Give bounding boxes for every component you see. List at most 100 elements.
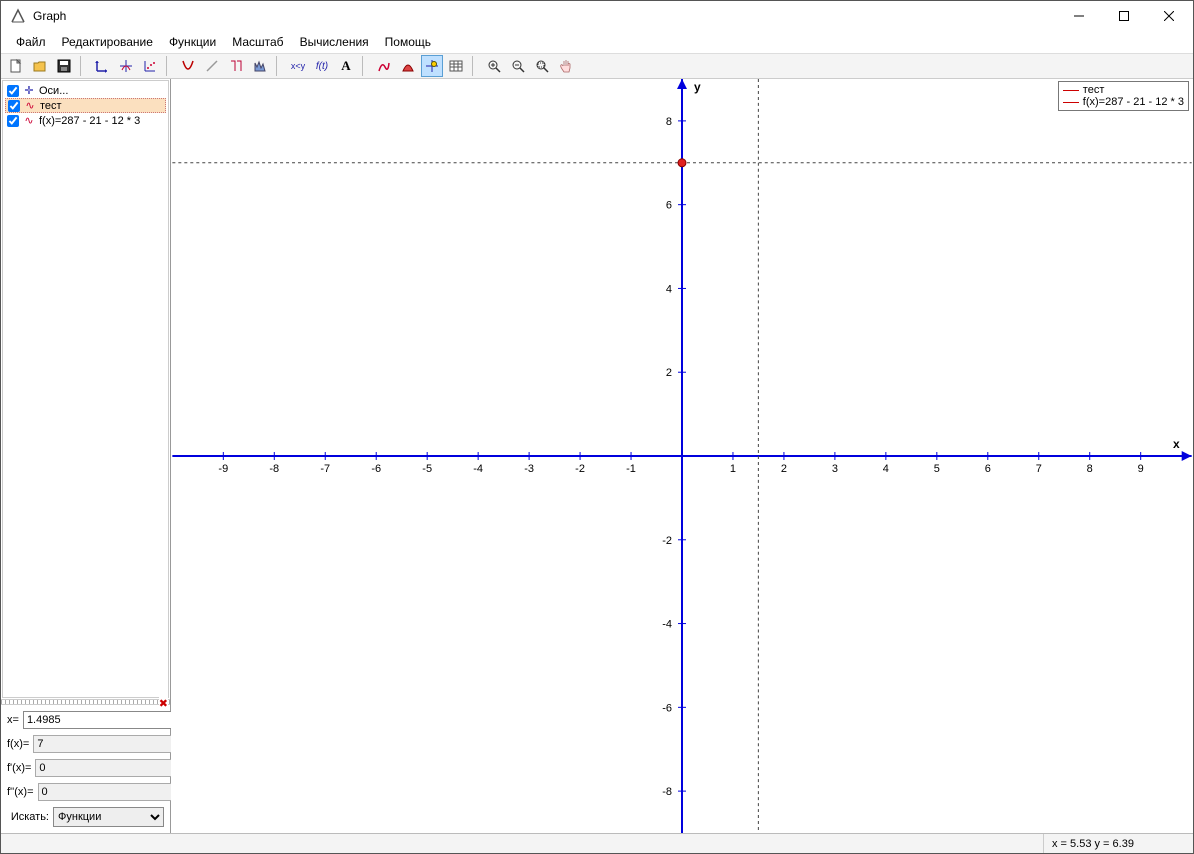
close-button[interactable] bbox=[1146, 2, 1191, 30]
trace-icon[interactable] bbox=[373, 55, 395, 77]
legend-row: тест bbox=[1063, 84, 1184, 96]
evaluate-icon[interactable] bbox=[421, 55, 443, 77]
tangent-icon[interactable] bbox=[201, 55, 223, 77]
legend-row: f(x)=287 - 21 - 12 * 3 bbox=[1063, 96, 1184, 108]
svg-text:-8: -8 bbox=[662, 786, 672, 798]
statusbar: x = 5.53 y = 6.39 bbox=[1, 833, 1193, 853]
svg-text:9: 9 bbox=[1138, 463, 1144, 475]
function-tree[interactable]: ✛ Оси... ∿ тест ∿ f(x)=287 - 21 - 12 * 3 bbox=[2, 80, 169, 698]
svg-text:-9: -9 bbox=[218, 463, 228, 475]
d2fx-label: f''(x)= bbox=[7, 786, 34, 798]
zoom-in-icon[interactable] bbox=[483, 55, 505, 77]
svg-text:-4: -4 bbox=[662, 619, 672, 631]
tree-check-test[interactable] bbox=[8, 100, 20, 112]
svg-text:1: 1 bbox=[730, 463, 736, 475]
svg-text:2: 2 bbox=[781, 463, 787, 475]
svg-text:4: 4 bbox=[883, 463, 889, 475]
minimize-button[interactable] bbox=[1056, 2, 1101, 30]
window-title: Graph bbox=[33, 9, 1056, 23]
ft-icon[interactable]: f(t) bbox=[311, 55, 333, 77]
svg-text:-3: -3 bbox=[524, 463, 534, 475]
brush-icon[interactable] bbox=[225, 55, 247, 77]
menu-edit[interactable]: Редактирование bbox=[55, 33, 160, 51]
svg-text:x: x bbox=[1173, 437, 1180, 451]
svg-text:-4: -4 bbox=[473, 463, 483, 475]
svg-text:-6: -6 bbox=[371, 463, 381, 475]
main-area: ✛ Оси... ∿ тест ∿ f(x)=287 - 21 - 12 * 3… bbox=[1, 79, 1193, 833]
zoom-rect-icon[interactable] bbox=[531, 55, 553, 77]
splitter-handle[interactable]: ✖ bbox=[1, 699, 170, 705]
svg-text:3: 3 bbox=[832, 463, 838, 475]
wave-icon: ∿ bbox=[23, 99, 37, 112]
zoom-out-icon[interactable] bbox=[507, 55, 529, 77]
panel-close-icon[interactable]: ✖ bbox=[159, 697, 168, 710]
menu-file[interactable]: Файл bbox=[9, 33, 53, 51]
fill-area-icon[interactable] bbox=[397, 55, 419, 77]
svg-text:5: 5 bbox=[934, 463, 940, 475]
separator bbox=[472, 56, 478, 76]
tree-row-test[interactable]: ∿ тест bbox=[5, 98, 166, 113]
svg-text:-8: -8 bbox=[269, 463, 279, 475]
axes-icon: ✛ bbox=[22, 84, 36, 97]
dfx-output bbox=[35, 759, 185, 777]
svg-text:4: 4 bbox=[666, 283, 672, 295]
tree-check-axes[interactable] bbox=[7, 85, 19, 97]
menu-calc[interactable]: Вычисления bbox=[293, 33, 376, 51]
menu-help[interactable]: Помощь bbox=[378, 33, 438, 51]
relation-icon[interactable]: x<y bbox=[287, 55, 309, 77]
save-file-icon[interactable] bbox=[53, 55, 75, 77]
svg-text:-1: -1 bbox=[626, 463, 636, 475]
x-input[interactable] bbox=[23, 711, 173, 729]
svg-text:-6: -6 bbox=[662, 702, 672, 714]
svg-text:7: 7 bbox=[1036, 463, 1042, 475]
separator bbox=[166, 56, 172, 76]
legend: тест f(x)=287 - 21 - 12 * 3 bbox=[1058, 81, 1189, 111]
legend-line-icon bbox=[1063, 102, 1079, 103]
new-file-icon[interactable] bbox=[5, 55, 27, 77]
tree-label: Оси... bbox=[39, 85, 68, 97]
shade-icon[interactable] bbox=[249, 55, 271, 77]
svg-text:8: 8 bbox=[1087, 463, 1093, 475]
menu-functions[interactable]: Функции bbox=[162, 33, 223, 51]
search-label: Искать: bbox=[7, 811, 49, 823]
app-icon bbox=[9, 7, 27, 25]
separator bbox=[362, 56, 368, 76]
svg-text:6: 6 bbox=[666, 200, 672, 212]
parabola-icon[interactable] bbox=[177, 55, 199, 77]
window-controls bbox=[1056, 2, 1191, 30]
sidebar: ✛ Оси... ∿ тест ∿ f(x)=287 - 21 - 12 * 3… bbox=[1, 79, 171, 833]
legend-label: тест bbox=[1083, 84, 1105, 96]
tree-label: f(x)=287 - 21 - 12 * 3 bbox=[39, 115, 140, 127]
text-icon[interactable]: A bbox=[335, 55, 357, 77]
search-select[interactable]: Функции bbox=[53, 807, 164, 827]
d2fx-output bbox=[38, 783, 188, 801]
tree-check-func[interactable] bbox=[7, 115, 19, 127]
maximize-button[interactable] bbox=[1101, 2, 1146, 30]
legend-label: f(x)=287 - 21 - 12 * 3 bbox=[1083, 96, 1184, 108]
fx-label: f(x)= bbox=[7, 738, 29, 750]
menu-zoom[interactable]: Масштаб bbox=[225, 33, 290, 51]
svg-text:2: 2 bbox=[666, 367, 672, 379]
plot-area[interactable]: -9-8-7-6-5-4-3-2-1123456789-8-6-4-22468x… bbox=[171, 79, 1193, 833]
separator bbox=[80, 56, 86, 76]
svg-text:-2: -2 bbox=[575, 463, 585, 475]
table-icon[interactable] bbox=[445, 55, 467, 77]
separator bbox=[276, 56, 282, 76]
svg-text:-7: -7 bbox=[320, 463, 330, 475]
tree-row-func[interactable]: ∿ f(x)=287 - 21 - 12 * 3 bbox=[5, 113, 166, 128]
legend-line-icon bbox=[1063, 90, 1079, 91]
status-coords: x = 5.53 y = 6.39 bbox=[1043, 834, 1193, 853]
axes-variant-icon[interactable] bbox=[115, 55, 137, 77]
svg-text:y: y bbox=[694, 80, 701, 94]
svg-text:8: 8 bbox=[666, 116, 672, 128]
axes-tool-icon[interactable] bbox=[91, 55, 113, 77]
fx-output bbox=[33, 735, 183, 753]
svg-text:6: 6 bbox=[985, 463, 991, 475]
open-file-icon[interactable] bbox=[29, 55, 51, 77]
dfx-label: f'(x)= bbox=[7, 762, 31, 774]
axes-log-icon[interactable] bbox=[139, 55, 161, 77]
pan-icon[interactable] bbox=[555, 55, 577, 77]
tree-row-axes[interactable]: ✛ Оси... bbox=[5, 83, 166, 98]
coordinate-plane[interactable]: -9-8-7-6-5-4-3-2-1123456789-8-6-4-22468x… bbox=[171, 79, 1193, 833]
evaluate-panel: x= ▲▼ f(x)= f'(x)= f''(x)= Искать: Функц… bbox=[1, 705, 170, 833]
